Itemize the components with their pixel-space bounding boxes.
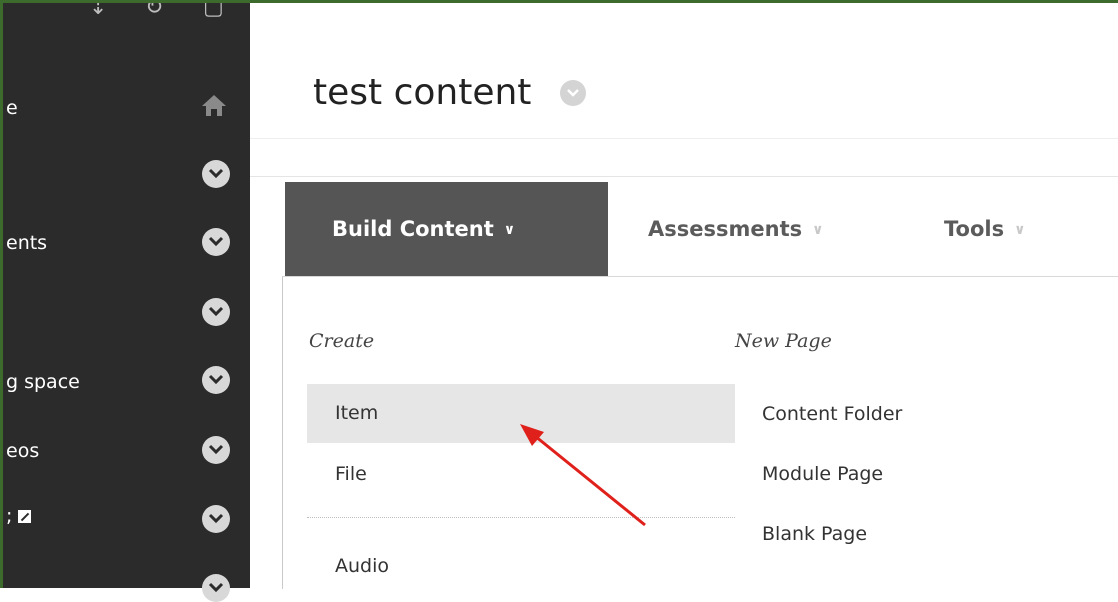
- tab-tools[interactable]: Tools ∨: [944, 182, 1094, 276]
- chevron-down-icon[interactable]: [560, 80, 586, 106]
- annotation-arrow-icon: [520, 424, 646, 527]
- chevron-down-icon[interactable]: [202, 298, 230, 326]
- menu-item-content-folder[interactable]: Content Folder: [762, 403, 902, 425]
- sidebar-item-label[interactable]: eos: [6, 440, 39, 462]
- course-menu-sidebar: ⇣ ↻ ▢: [3, 0, 250, 588]
- header-divider: [250, 138, 1118, 179]
- tab-build-content[interactable]: Build Content ∨: [285, 182, 608, 276]
- sidebar-item-label[interactable]: g space: [6, 371, 80, 393]
- menu-item-file[interactable]: File: [335, 463, 367, 485]
- sidebar-item-label[interactable]: ents: [6, 232, 47, 254]
- folder-icon[interactable]: ▢: [203, 0, 224, 20]
- chevron-down-icon: ∨: [1014, 222, 1026, 238]
- chevron-down-icon[interactable]: [202, 574, 230, 602]
- menu-item-audio[interactable]: Audio: [335, 555, 389, 577]
- sidebar-item-label[interactable]: e: [6, 97, 18, 119]
- page-title: test content: [313, 72, 532, 113]
- chevron-down-icon: ∨: [503, 222, 516, 238]
- chevron-down-icon[interactable]: [202, 366, 230, 394]
- hidden-item-icon: [18, 510, 32, 523]
- sidebar-item-label[interactable]: ;: [6, 505, 32, 527]
- chevron-down-icon[interactable]: [202, 160, 230, 188]
- home-icon[interactable]: [200, 92, 228, 118]
- menu-item-module-page[interactable]: Module Page: [762, 463, 883, 485]
- sidebar-toolbar: ⇣ ↻ ▢: [3, 0, 250, 33]
- chevron-down-icon[interactable]: [202, 505, 230, 533]
- tab-assessments[interactable]: Assessments ∨: [648, 182, 868, 276]
- menu-item-blank-page[interactable]: Blank Page: [762, 523, 867, 545]
- create-heading: Create: [309, 330, 375, 352]
- refresh-icon[interactable]: ↻: [145, 0, 163, 20]
- chevron-down-icon: ∨: [812, 222, 824, 238]
- reorder-icon[interactable]: ⇣: [89, 0, 107, 20]
- new-page-heading: New Page: [735, 330, 832, 352]
- chevron-down-icon[interactable]: [202, 436, 230, 464]
- chevron-down-icon[interactable]: [202, 228, 230, 256]
